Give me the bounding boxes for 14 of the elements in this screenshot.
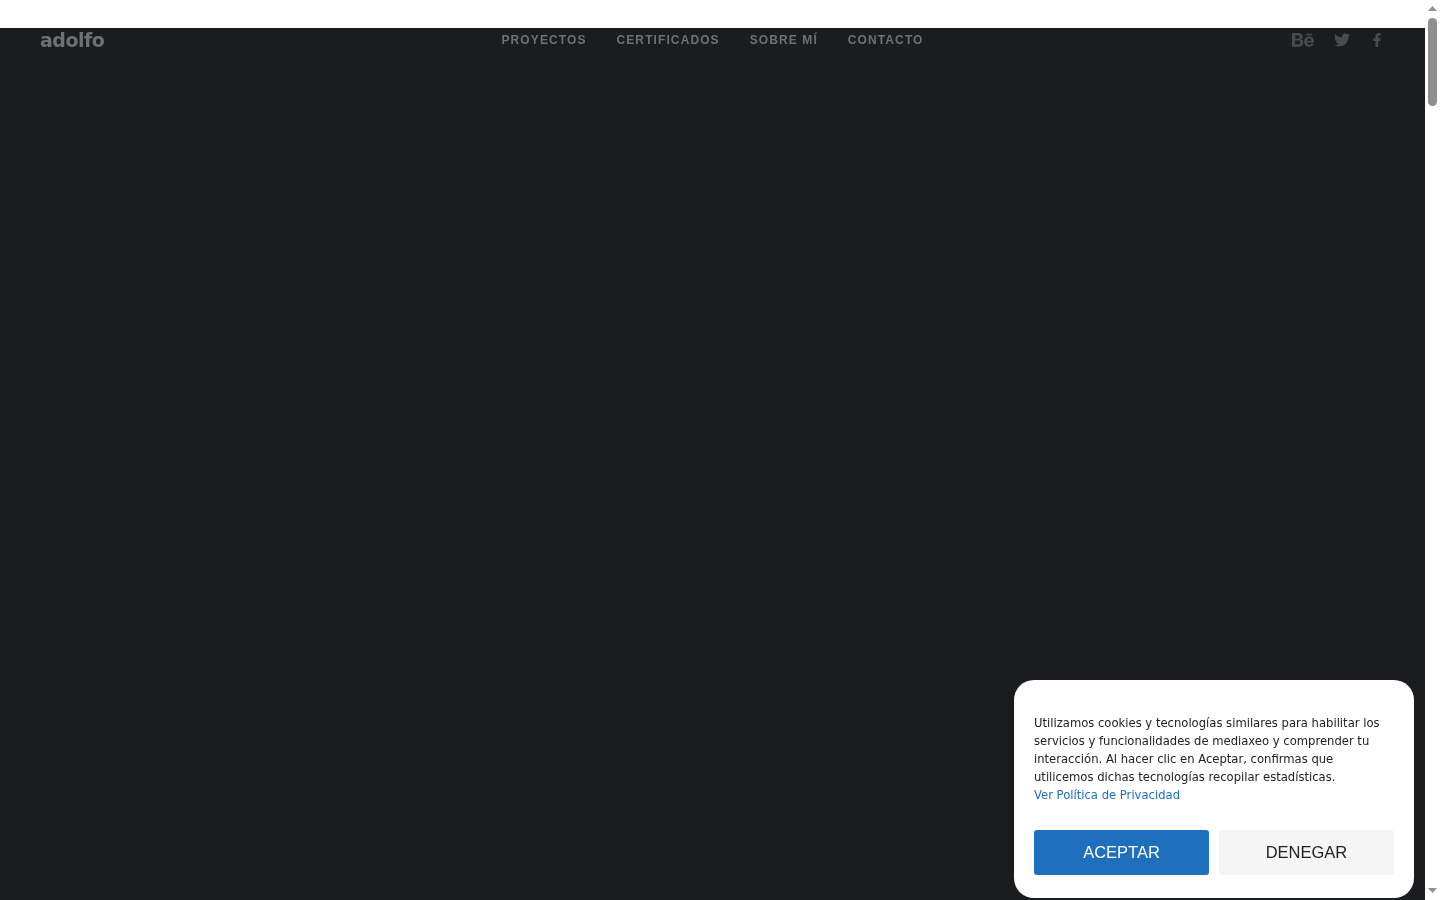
nav-link[interactable]: SOBRE MÍ (749, 33, 818, 47)
nav-link[interactable]: PROYECTOS (501, 33, 587, 47)
deny-button[interactable]: DENEGAR (1219, 830, 1394, 875)
facebook-icon[interactable] (1370, 33, 1384, 47)
bird-icon[interactable] (1334, 32, 1350, 48)
privacy-policy-link[interactable]: Ver Política de Privacidad (1034, 788, 1180, 802)
accept-button[interactable]: ACEPTAR (1034, 830, 1209, 875)
nav-link[interactable]: CERTIFICADOS (616, 33, 720, 47)
nav-link[interactable]: CONTACTO (847, 33, 924, 47)
scroll-up-icon[interactable] (1428, 6, 1437, 11)
site-logo[interactable]: adolfo (40, 29, 105, 51)
scrollbar-thumb[interactable] (1428, 18, 1437, 106)
cookie-message: Utilizamos cookies y tecnologías similares para habilitar los servicios y funcionalidades de mediaxeo y comprender tu interacción. Al hacer clic en Aceptar, confirmas que utilicemos dichas tecnologías recopilar estadísticas. Ver Política de Privacidad (1034, 715, 1381, 804)
scroll-down-icon[interactable] (1428, 888, 1437, 893)
